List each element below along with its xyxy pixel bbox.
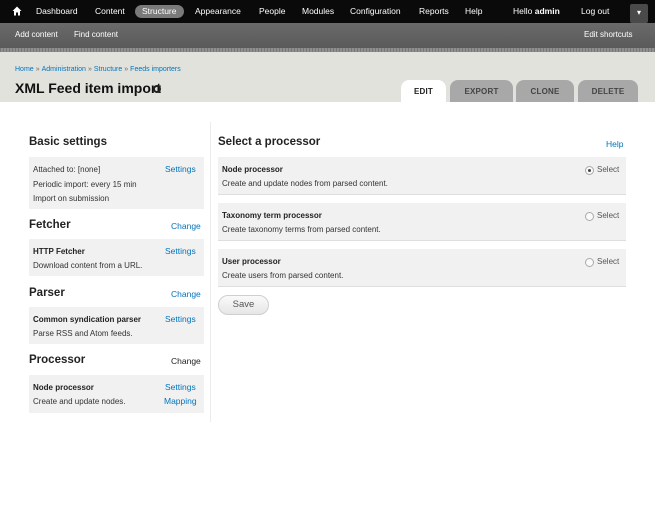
option-name: Taxonomy term processor <box>222 211 322 220</box>
select-label[interactable]: Select <box>597 165 619 174</box>
breadcrumb-structure[interactable]: Structure <box>94 66 122 73</box>
user-greeting: Hello admin <box>513 0 560 23</box>
breadcrumb-separator: » <box>124 66 129 73</box>
processor-name: Node processor <box>33 383 94 392</box>
toolbar-appearance[interactable]: Appearance <box>195 0 241 23</box>
username[interactable]: admin <box>535 6 560 16</box>
processor-option-node[interactable]: Node processor Create and update nodes f… <box>218 157 626 195</box>
basic-settings-title: Basic settings <box>29 136 107 148</box>
toolbar-content[interactable]: Content <box>95 0 125 23</box>
shortcuts-toggle-button[interactable]: ▾ <box>630 4 648 23</box>
processor-mapping-link[interactable]: Mapping <box>164 396 197 406</box>
parser-settings-link[interactable]: Settings <box>165 314 196 324</box>
tab-export[interactable]: EXPORT <box>450 80 513 102</box>
option-name: Node processor <box>222 165 283 174</box>
toolbar-structure[interactable]: Structure <box>135 5 184 18</box>
home-icon <box>12 6 22 16</box>
tab-clone[interactable]: CLONE <box>516 80 574 102</box>
breadcrumb-feeds-importers[interactable]: Feeds importers <box>130 66 181 73</box>
processor-title: Processor <box>29 354 86 366</box>
breadcrumb-separator: » <box>87 66 92 73</box>
processor-settings-link[interactable]: Settings <box>165 382 196 392</box>
shortcuts-bar: Add content Find content Edit shortcuts <box>0 23 655 48</box>
fetcher-settings-link[interactable]: Settings <box>165 246 196 256</box>
column-divider <box>210 122 211 422</box>
option-desc: Create taxonomy terms from parsed conten… <box>222 225 381 234</box>
tab-delete[interactable]: DELETE <box>578 80 638 102</box>
toolbar-reports[interactable]: Reports <box>419 0 449 23</box>
processor-box: Node processor Create and update nodes. … <box>29 375 204 413</box>
fetcher-change-link[interactable]: Change <box>171 221 201 231</box>
periodic-import-text: Periodic import: every 15 min <box>33 180 137 189</box>
chevron-down-icon: ▾ <box>636 8 641 17</box>
select-label[interactable]: Select <box>597 257 619 266</box>
breadcrumb-administration[interactable]: Administration <box>42 66 86 73</box>
processor-desc: Create and update nodes. <box>33 397 126 406</box>
greeting-text: Hello <box>513 6 535 16</box>
parser-box: Common syndication parser Parse RSS and … <box>29 307 204 344</box>
basic-settings-link[interactable]: Settings <box>165 164 196 174</box>
select-radio[interactable] <box>585 166 594 175</box>
parser-change-link[interactable]: Change <box>171 289 201 299</box>
option-desc: Create and update nodes from parsed cont… <box>222 179 388 188</box>
toolbar-configuration[interactable]: Configuration <box>350 0 401 23</box>
fetcher-title: Fetcher <box>29 219 71 231</box>
parser-title: Parser <box>29 287 65 299</box>
toolbar-people[interactable]: People <box>259 0 285 23</box>
option-desc: Create users from parsed content. <box>222 271 344 280</box>
option-name: User processor <box>222 257 281 266</box>
edit-shortcuts-link[interactable]: Edit shortcuts <box>584 23 632 46</box>
admin-toolbar: Dashboard Content Structure Appearance P… <box>0 0 655 23</box>
help-link[interactable]: Help <box>606 139 623 149</box>
toolbar-help[interactable]: Help <box>465 0 482 23</box>
attached-to-text: Attached to: [none] <box>33 165 101 174</box>
save-button[interactable]: Save <box>218 295 269 315</box>
breadcrumb: Home» Administration» Structure» Feeds impo… <box>15 66 181 73</box>
parser-name: Common syndication parser <box>33 315 142 324</box>
toolbar-modules[interactable]: Modules <box>302 0 334 23</box>
breadcrumb-home[interactable]: Home <box>15 66 34 73</box>
fetcher-desc: Download content from a URL. <box>33 261 143 270</box>
select-processor-title: Select a processor <box>218 136 321 148</box>
basic-settings-box: Attached to: [none] Periodic import: eve… <box>29 157 204 209</box>
processor-option-user[interactable]: User processor Create users from parsed … <box>218 249 626 287</box>
add-shortcut-icon[interactable] <box>153 85 161 93</box>
select-label[interactable]: Select <box>597 211 619 220</box>
shortcut-add-content[interactable]: Add content <box>15 23 58 46</box>
logout-link[interactable]: Log out <box>581 0 609 23</box>
home-link[interactable] <box>10 0 26 23</box>
fetcher-name: HTTP Fetcher <box>33 247 85 256</box>
processor-option-taxonomy[interactable]: Taxonomy term processor Create taxonomy … <box>218 203 626 241</box>
page-title: XML Feed item import <box>15 80 161 96</box>
tab-edit[interactable]: EDIT <box>401 80 446 102</box>
shortcut-find-content[interactable]: Find content <box>74 23 118 46</box>
import-on-submission-text: Import on submission <box>33 194 110 203</box>
toolbar-dashboard[interactable]: Dashboard <box>36 0 78 23</box>
select-radio[interactable] <box>585 212 594 221</box>
main-content: Basic settings Attached to: [none] Perio… <box>0 102 655 520</box>
select-radio[interactable] <box>585 258 594 267</box>
breadcrumb-separator: » <box>35 66 40 73</box>
parser-desc: Parse RSS and Atom feeds. <box>33 329 133 338</box>
fetcher-box: HTTP Fetcher Download content from a URL… <box>29 239 204 276</box>
processor-change-label[interactable]: Change <box>171 356 201 366</box>
